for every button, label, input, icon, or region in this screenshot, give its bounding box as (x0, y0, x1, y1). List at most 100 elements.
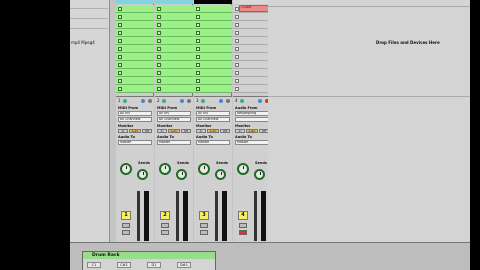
clip-slot[interactable] (116, 77, 154, 85)
clip-stop-icon[interactable] (157, 87, 161, 91)
input-channel-select[interactable]: All Channels (196, 117, 230, 122)
clip-slot[interactable] (155, 5, 193, 13)
monitor-auto-button[interactable]: Auto (246, 129, 258, 133)
clip-slot[interactable] (233, 29, 271, 37)
monitor-auto-button[interactable]: Auto (168, 129, 180, 133)
solo-icon[interactable] (258, 99, 262, 103)
clip-stop-icon[interactable] (196, 39, 200, 43)
clip-slot[interactable] (116, 21, 154, 29)
browser-row[interactable] (70, 20, 108, 29)
clip-stop-icon[interactable] (157, 47, 161, 51)
clip-stop-icon[interactable] (157, 71, 161, 75)
drum-pad[interactable]: D1 (147, 262, 161, 268)
monitor-off-button[interactable]: Off (142, 129, 152, 133)
send-b-knob[interactable] (215, 169, 226, 180)
clip-slot[interactable]: Guitar (233, 5, 271, 13)
input-source-select[interactable]: Resampling (235, 111, 269, 116)
solo-icon[interactable] (180, 99, 184, 103)
clip-stop-icon[interactable] (235, 79, 239, 83)
clip-stop-icon[interactable] (196, 63, 200, 67)
clip-stop-icon[interactable] (157, 55, 161, 59)
solo-button[interactable] (122, 223, 130, 228)
arm-button[interactable] (239, 230, 247, 235)
clip-slot[interactable] (116, 69, 154, 77)
clip-stop-icon[interactable] (157, 23, 161, 27)
clip-stop-icon[interactable] (235, 71, 239, 75)
clip-stop-icon[interactable] (118, 55, 122, 59)
clip-slot[interactable] (194, 77, 232, 85)
clip-stop-icon[interactable] (157, 15, 161, 19)
output-select[interactable]: Master (196, 140, 230, 145)
clip-stop-icon[interactable] (118, 63, 122, 67)
track-activator-button[interactable]: 4 (238, 211, 248, 220)
monitor-in-button[interactable]: In (196, 129, 206, 133)
clip-slot[interactable] (116, 45, 154, 53)
track-activator-icon[interactable] (162, 99, 166, 103)
input-source-select[interactable]: All Ins (157, 111, 191, 116)
clip-slot[interactable] (116, 13, 154, 21)
clip-slot[interactable] (233, 53, 271, 61)
track-header[interactable] (155, 0, 193, 4)
clip-slot[interactable] (155, 77, 193, 85)
clip-slot[interactable] (155, 13, 193, 21)
clip-stop-icon[interactable] (196, 15, 200, 19)
send-a-knob[interactable] (159, 163, 171, 175)
clip-slot[interactable] (233, 85, 271, 93)
clip-slot[interactable] (233, 37, 271, 45)
clip-slot[interactable] (116, 29, 154, 37)
clip-slot[interactable] (116, 53, 154, 61)
clip-stop-icon[interactable] (157, 39, 161, 43)
clip-stop-icon[interactable] (118, 87, 122, 91)
output-select[interactable]: Master (118, 140, 152, 145)
track-activator-icon[interactable] (123, 99, 127, 103)
send-a-knob[interactable] (198, 163, 210, 175)
clip-stop-icon[interactable] (118, 47, 122, 51)
solo-icon[interactable] (141, 99, 145, 103)
clip-stop-icon[interactable] (196, 79, 200, 83)
output-select[interactable]: Master (235, 140, 269, 145)
send-b-knob[interactable] (176, 169, 187, 180)
clip-slot[interactable] (233, 21, 271, 29)
input-source-select[interactable]: All Ins (196, 111, 230, 116)
clip-stop-icon[interactable] (118, 71, 122, 75)
clip-slot[interactable] (155, 85, 193, 93)
clip-slot[interactable] (233, 77, 271, 85)
input-channel-select[interactable]: All Channels (157, 117, 191, 122)
drum-pad[interactable]: C1 (87, 262, 101, 268)
clip-slot[interactable] (194, 29, 232, 37)
clip-slot[interactable] (155, 45, 193, 53)
clip-stop-icon[interactable] (235, 15, 239, 19)
clip-slot[interactable] (194, 37, 232, 45)
clip-slot[interactable] (116, 85, 154, 93)
clip-slot[interactable] (233, 45, 271, 53)
track-activator-button[interactable]: 3 (199, 211, 209, 220)
track-activator-icon[interactable] (201, 99, 205, 103)
track-activator-button[interactable]: 1 (121, 211, 131, 220)
clip-slot[interactable] (233, 13, 271, 21)
clip-slot[interactable] (194, 61, 232, 69)
send-b-knob[interactable] (254, 169, 265, 180)
browser-row[interactable] (70, 0, 108, 9)
clip-stop-icon[interactable] (196, 55, 200, 59)
clip-slot[interactable] (155, 29, 193, 37)
clip-slot[interactable] (116, 5, 154, 13)
clip-slot[interactable] (155, 53, 193, 61)
clip-stop-icon[interactable] (118, 23, 122, 27)
clip-stop-icon[interactable] (235, 47, 239, 51)
clip-slot[interactable] (155, 69, 193, 77)
monitor-in-button[interactable]: In (118, 129, 128, 133)
monitor-off-button[interactable]: Off (220, 129, 230, 133)
clip-slot[interactable] (233, 61, 271, 69)
track-header[interactable] (116, 0, 154, 4)
drum-pad[interactable]: D#1 (177, 262, 191, 268)
input-channel-select[interactable] (235, 117, 269, 122)
arm-icon[interactable] (148, 99, 152, 103)
clip-stop-icon[interactable] (118, 7, 122, 11)
clip-slot[interactable] (155, 21, 193, 29)
clip-label[interactable]: Guitar (239, 5, 269, 12)
clip-stop-icon[interactable] (196, 71, 200, 75)
solo-button[interactable] (200, 223, 208, 228)
clip-slot[interactable] (194, 21, 232, 29)
clip-slot[interactable] (194, 69, 232, 77)
clip-stop-icon[interactable] (235, 39, 239, 43)
